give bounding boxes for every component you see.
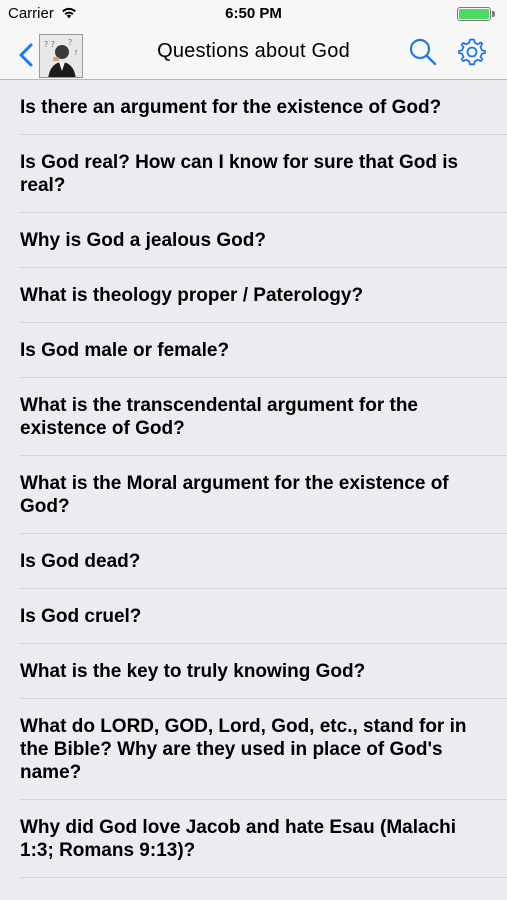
list-item[interactable]: What is the Moral argument for the exist… [0,456,507,534]
list-item[interactable]: What do LORD, GOD, Lord, God, etc., stan… [0,699,507,800]
list-item[interactable]: What is theology proper / Paterology? [0,268,507,323]
list-item[interactable]: Is there an argument for the existence o… [0,80,507,135]
gear-icon[interactable] [457,37,487,67]
list-item[interactable]: Why did God love Jacob and hate Esau (Ma… [0,800,507,878]
list-item[interactable]: What is the key to truly knowing God? [0,644,507,699]
list-item[interactable]: Is God real? How can I know for sure tha… [0,135,507,213]
status-bar: Carrier 6:50 PM [0,0,507,26]
battery-icon [457,7,497,21]
list-item[interactable]: Is God cruel? [0,589,507,644]
clock-time: 6:50 PM [225,5,282,22]
list-item[interactable]: Is God dead? [0,534,507,589]
search-icon[interactable] [408,37,438,67]
battery-fill [459,9,489,19]
question-list: Is there an argument for the existence o… [0,80,507,878]
list-item[interactable]: Is God male or female? [0,323,507,378]
list-item[interactable]: Why is God a jealous God? [0,213,507,268]
navigation-bar: ? ? ? ? Questions about God [0,26,507,80]
list-item[interactable]: What is the transcendental argument for … [0,378,507,456]
